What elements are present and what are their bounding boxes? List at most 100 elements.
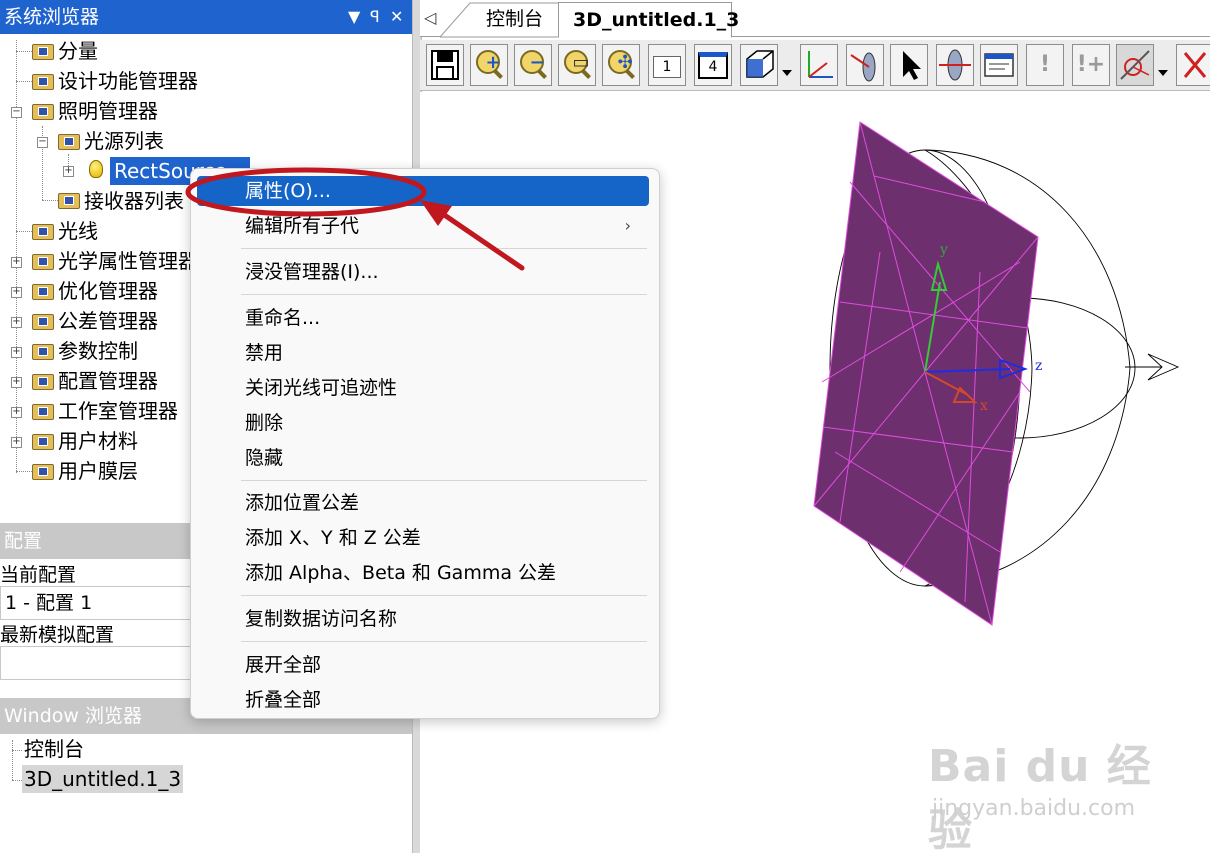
zoom-window-icon: ▭	[564, 50, 590, 74]
folder-icon	[32, 224, 54, 240]
tree-item-illumination-manager[interactable]: 照明管理器	[58, 97, 158, 125]
exclaim-icon: !	[1039, 52, 1051, 77]
cube-view-dropdown-icon[interactable]	[780, 44, 792, 86]
tree-item-parameter-control[interactable]: 参数控制	[58, 337, 138, 365]
folder-icon	[32, 404, 54, 420]
menu-item-rename[interactable]: 重命名...	[197, 303, 649, 333]
tree-item-tolerance-manager[interactable]: 公差管理器	[58, 307, 158, 335]
baidu-watermark: Bai du 经验 jingyan.baidu.com	[928, 730, 1188, 856]
tree-item-configuration-manager[interactable]: 配置管理器	[58, 367, 158, 395]
zoom-in-icon: +	[476, 50, 501, 74]
delete-button[interactable]	[1176, 44, 1210, 86]
menu-separator	[241, 595, 647, 596]
menu-item-add-angle-tolerance[interactable]: 添加 Alpha、Beta 和 Gamma 公差	[197, 558, 649, 588]
tree-item-rays[interactable]: 光线	[58, 217, 98, 245]
zoom-out-button[interactable]: −	[514, 44, 552, 86]
view-4-icon: 4	[695, 45, 731, 85]
trace-button[interactable]	[1116, 44, 1154, 86]
lens-trace-icon	[939, 49, 971, 81]
cube-view-button[interactable]	[740, 44, 778, 86]
tree-connector	[42, 200, 58, 201]
watermark-url: jingyan.baidu.com	[932, 796, 1136, 821]
expand-icon[interactable]: +	[11, 317, 22, 328]
collapse-icon[interactable]: −	[37, 137, 48, 148]
zoom-window-button[interactable]: ▭	[558, 44, 596, 86]
submenu-arrow-icon: ›	[624, 216, 631, 235]
four-view-button[interactable]: 4	[694, 44, 732, 86]
menu-item-disable-ray-trace[interactable]: 关闭光线可追迹性	[197, 373, 649, 403]
window-item-3d-untitled[interactable]: 3D_untitled.1_3	[22, 765, 184, 793]
lens-trace-button[interactable]	[936, 44, 974, 86]
menu-item-expand-all[interactable]: 展开全部	[197, 650, 649, 680]
menu-item-immersion-manager[interactable]: 浸没管理器(I)...	[197, 257, 649, 287]
tree-item-optimization-manager[interactable]: 优化管理器	[58, 277, 158, 305]
menu-item-properties[interactable]: 属性(O)...	[197, 176, 649, 206]
lens-button[interactable]	[846, 44, 884, 86]
window-item-console[interactable]: 控制台	[24, 735, 84, 763]
menu-item-hide[interactable]: 隐藏	[197, 443, 649, 473]
current-config-value: 1 - 配置 1	[5, 592, 93, 614]
menu-separator	[241, 641, 647, 642]
pin-icon[interactable]: ꟼ	[370, 0, 380, 34]
trace-icon	[1120, 50, 1150, 80]
tab-3d-untitled[interactable]: 3D_untitled.1_3	[558, 2, 739, 38]
tree-guide-line	[12, 740, 13, 780]
menu-item-add-position-tolerance[interactable]: 添加位置公差	[197, 488, 649, 518]
expand-icon[interactable]: +	[11, 377, 22, 388]
folder-icon	[32, 284, 54, 300]
exclaim-button[interactable]: !	[1026, 44, 1064, 86]
collapse-icon[interactable]: −	[11, 107, 22, 118]
tree-item-components[interactable]: 分量	[58, 37, 98, 65]
zoom-out-icon: −	[520, 50, 545, 74]
menu-item-disable[interactable]: 禁用	[197, 338, 649, 368]
expand-icon[interactable]: +	[11, 437, 22, 448]
menu-item-delete[interactable]: 删除	[197, 408, 649, 438]
folder-icon	[32, 44, 54, 60]
menu-item-add-xyz-tolerance[interactable]: 添加 X、Y 和 Z 公差	[197, 523, 649, 553]
expand-icon[interactable]: +	[11, 257, 22, 268]
menu-item-collapse-all[interactable]: 折叠全部	[197, 685, 649, 715]
menu-separator	[241, 294, 647, 295]
delete-icon	[1183, 52, 1207, 78]
expand-icon[interactable]: +	[11, 347, 22, 358]
tree-item-design-feature-manager[interactable]: 设计功能管理器	[58, 67, 198, 95]
tree-item-optical-property-manager[interactable]: 光学属性管理器	[58, 247, 198, 275]
panel-menu-icon[interactable]: ▼	[348, 0, 360, 34]
watermark-brand: Bai du 经验	[928, 741, 1152, 856]
tab-console[interactable]: 控制台	[486, 2, 543, 36]
zoom-in-button[interactable]: +	[470, 44, 508, 86]
axis-y-label: y	[939, 242, 948, 258]
menu-item-edit-all-children[interactable]: 编辑所有子代 ›	[197, 211, 649, 241]
tab-scroll-left-icon[interactable]: ◁	[424, 8, 436, 27]
tree-item-source-list[interactable]: 光源列表	[84, 127, 164, 155]
tree-item-user-coatings[interactable]: 用户膜层	[58, 457, 138, 485]
save-button[interactable]	[426, 44, 464, 86]
pointer-icon	[903, 51, 921, 80]
folder-icon	[32, 74, 54, 90]
tree-item-receiver-list[interactable]: 接收器列表	[84, 187, 184, 215]
tree-connector	[16, 231, 32, 232]
window-button[interactable]	[980, 44, 1018, 86]
zoom-fit-button[interactable]: ✣	[602, 44, 640, 86]
pointer-button[interactable]	[890, 44, 928, 86]
single-view-button[interactable]: 1	[648, 44, 686, 86]
axes-button[interactable]	[800, 44, 838, 86]
menu-item-copy-data-access-name[interactable]: 复制数据访问名称	[197, 604, 649, 634]
tree-item-studio-manager[interactable]: 工作室管理器	[58, 397, 178, 425]
expand-icon[interactable]: +	[63, 166, 74, 177]
expand-icon[interactable]: +	[11, 407, 22, 418]
save-icon	[431, 50, 459, 80]
folder-icon	[32, 464, 54, 480]
cube-view-icon	[746, 50, 774, 78]
expand-icon[interactable]: +	[11, 287, 22, 298]
close-icon[interactable]: ✕	[390, 0, 403, 34]
current-config-label: 当前配置	[0, 564, 77, 586]
system-browser-title: 系统浏览器	[4, 6, 100, 28]
folder-icon	[32, 104, 54, 120]
tree-item-user-materials[interactable]: 用户材料	[58, 427, 138, 455]
axis-x-label: x	[980, 398, 988, 414]
trace-dropdown-icon[interactable]	[1156, 44, 1168, 86]
exclaim-plus-icon: !+	[1076, 52, 1106, 77]
exclaim-plus-button[interactable]: !+	[1072, 44, 1110, 86]
axes-icon	[808, 51, 833, 78]
